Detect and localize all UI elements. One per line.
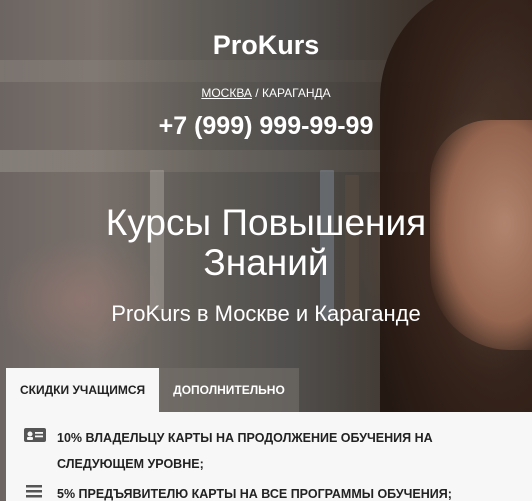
list-item: 5% ПРЕДЪЯВИТЕЛЮ КАРТЫ НА ВСЕ ПРОГРАММЫ О… (23, 481, 513, 501)
tabs: СКИДКИ УЧАЩИМСЯ ДОПОЛНИТЕЛЬНО (6, 368, 299, 412)
city-link-karaganda[interactable]: КАРАГАНДА (262, 86, 331, 100)
list-icon (23, 481, 47, 501)
page-title: Курсы Повышения Знаний (0, 203, 532, 283)
discount-text: 5% ПРЕДЪЯВИТЕЛЮ КАРТЫ НА ВСЕ ПРОГРАММЫ О… (57, 481, 452, 501)
city-separator: / (255, 86, 259, 100)
city-link-moscow[interactable]: МОСКВА (201, 86, 252, 100)
tab-panel: 10% ВЛАДЕЛЬЦУ КАРТЫ НА ПРОДОЛЖЕНИЕ ОБУЧЕ… (6, 412, 532, 501)
id-card-icon (23, 425, 47, 445)
discount-text-line: 5% ПРЕДЪЯВИТЕЛЮ КАРТЫ НА ВСЕ ПРОГРАММЫ О… (57, 487, 452, 501)
city-selector: МОСКВА / КАРАГАНДА (0, 86, 532, 100)
page-title-line: Курсы Повышения (105, 202, 427, 243)
page-title-line: Знаний (203, 242, 329, 283)
discount-text-line: 10% ВЛАДЕЛЬЦУ КАРТЫ НА ПРОДОЛЖЕНИЕ ОБУЧЕ… (57, 431, 433, 445)
hero-content: ProKurs МОСКВА / КАРАГАНДА +7 (999) 999-… (0, 0, 532, 501)
site-logo[interactable]: ProKurs (0, 30, 532, 61)
tab-additional[interactable]: ДОПОЛНИТЕЛЬНО (159, 368, 299, 412)
discount-text-line: СЛЕДУЮЩЕМ УРОВНЕ; (57, 457, 204, 471)
phone-number[interactable]: +7 (999) 999-99-99 (0, 112, 532, 141)
tab-discounts[interactable]: СКИДКИ УЧАЩИМСЯ (6, 368, 160, 412)
list-item: 10% ВЛАДЕЛЬЦУ КАРТЫ НА ПРОДОЛЖЕНИЕ ОБУЧЕ… (23, 425, 513, 477)
page-subtitle: ProKurs в Москве и Караганде (111, 301, 421, 326)
discount-text: 10% ВЛАДЕЛЬЦУ КАРТЫ НА ПРОДОЛЖЕНИЕ ОБУЧЕ… (57, 425, 433, 477)
